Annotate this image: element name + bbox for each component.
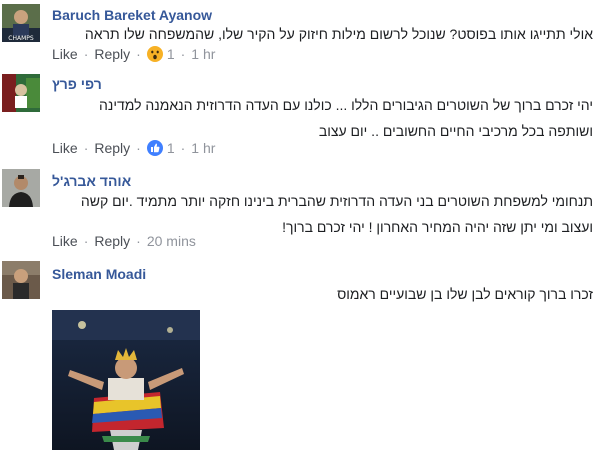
comment-text-line-1: יהי זכרם ברוך של השוטרים הגיבורים הללו .…	[99, 97, 593, 113]
comment-3: אוהד אברג'ל תנחומי למשפחת השוטרים בני הע…	[0, 165, 600, 260]
timestamp[interactable]: 1 hr	[191, 140, 215, 156]
thumbs-up-icon[interactable]	[146, 140, 163, 156]
reply-link[interactable]: Reply	[94, 140, 130, 156]
comment-1: CHAMPS Baruch Bareket Ayanow אולי תתייגו…	[0, 0, 600, 70]
comment-author[interactable]: Sleman Moadi	[52, 266, 146, 282]
comment-actions: Like · Reply · 1 · 1 hr	[52, 140, 215, 156]
separator-dot: ·	[83, 233, 89, 249]
separator-dot: ·	[83, 140, 89, 156]
avatar-caption: CHAMPS	[8, 35, 34, 42]
comment-text: זכרו ברוך קוראים לבן שלו בן שבועיים ראמו…	[337, 286, 593, 302]
comment-actions: Like · Reply · 20 mins	[52, 233, 196, 249]
like-link[interactable]: Like	[52, 46, 78, 62]
comment-photo[interactable]	[52, 310, 200, 450]
separator-dot: ·	[136, 233, 141, 249]
like-link[interactable]: Like	[52, 233, 78, 249]
separator-dot: ·	[136, 140, 141, 156]
avatar[interactable]: CHAMPS	[2, 4, 40, 42]
reply-link[interactable]: Reply	[94, 46, 130, 62]
timestamp[interactable]: 1 hr	[191, 46, 215, 62]
separator-dot: ·	[180, 46, 186, 62]
avatar[interactable]	[2, 261, 40, 299]
like-link[interactable]: Like	[52, 140, 78, 156]
comment-author[interactable]: רפי פרץ	[52, 76, 102, 92]
separator-dot: ·	[180, 140, 186, 156]
comment-2: רפי פרץ יהי זכרם ברוך של השוטרים הגיבורי…	[0, 70, 600, 165]
separator-dot: ·	[136, 46, 141, 62]
reply-link[interactable]: Reply	[94, 233, 130, 249]
avatar[interactable]	[2, 169, 40, 207]
separator-dot: ·	[83, 46, 89, 62]
wow-emoji-icon[interactable]	[146, 46, 163, 62]
timestamp[interactable]: 20 mins	[147, 233, 196, 249]
reaction-count[interactable]: 1	[167, 140, 175, 156]
comment-author[interactable]: אוהד אברג'ל	[52, 173, 131, 189]
comment-text-line-1: תנחומי למשפחת השוטרים בני העדה הדרוזית ש…	[80, 193, 593, 209]
reaction-count[interactable]: 1	[167, 46, 175, 62]
avatar[interactable]	[2, 74, 40, 112]
comment-actions: Like · Reply · 1 · 1 hr	[52, 46, 215, 62]
comment-text: אולי תתייגו אותו בפוסט? שנוכל לרשום מילו…	[84, 26, 593, 42]
comment-author[interactable]: Baruch Bareket Ayanow	[52, 7, 212, 23]
